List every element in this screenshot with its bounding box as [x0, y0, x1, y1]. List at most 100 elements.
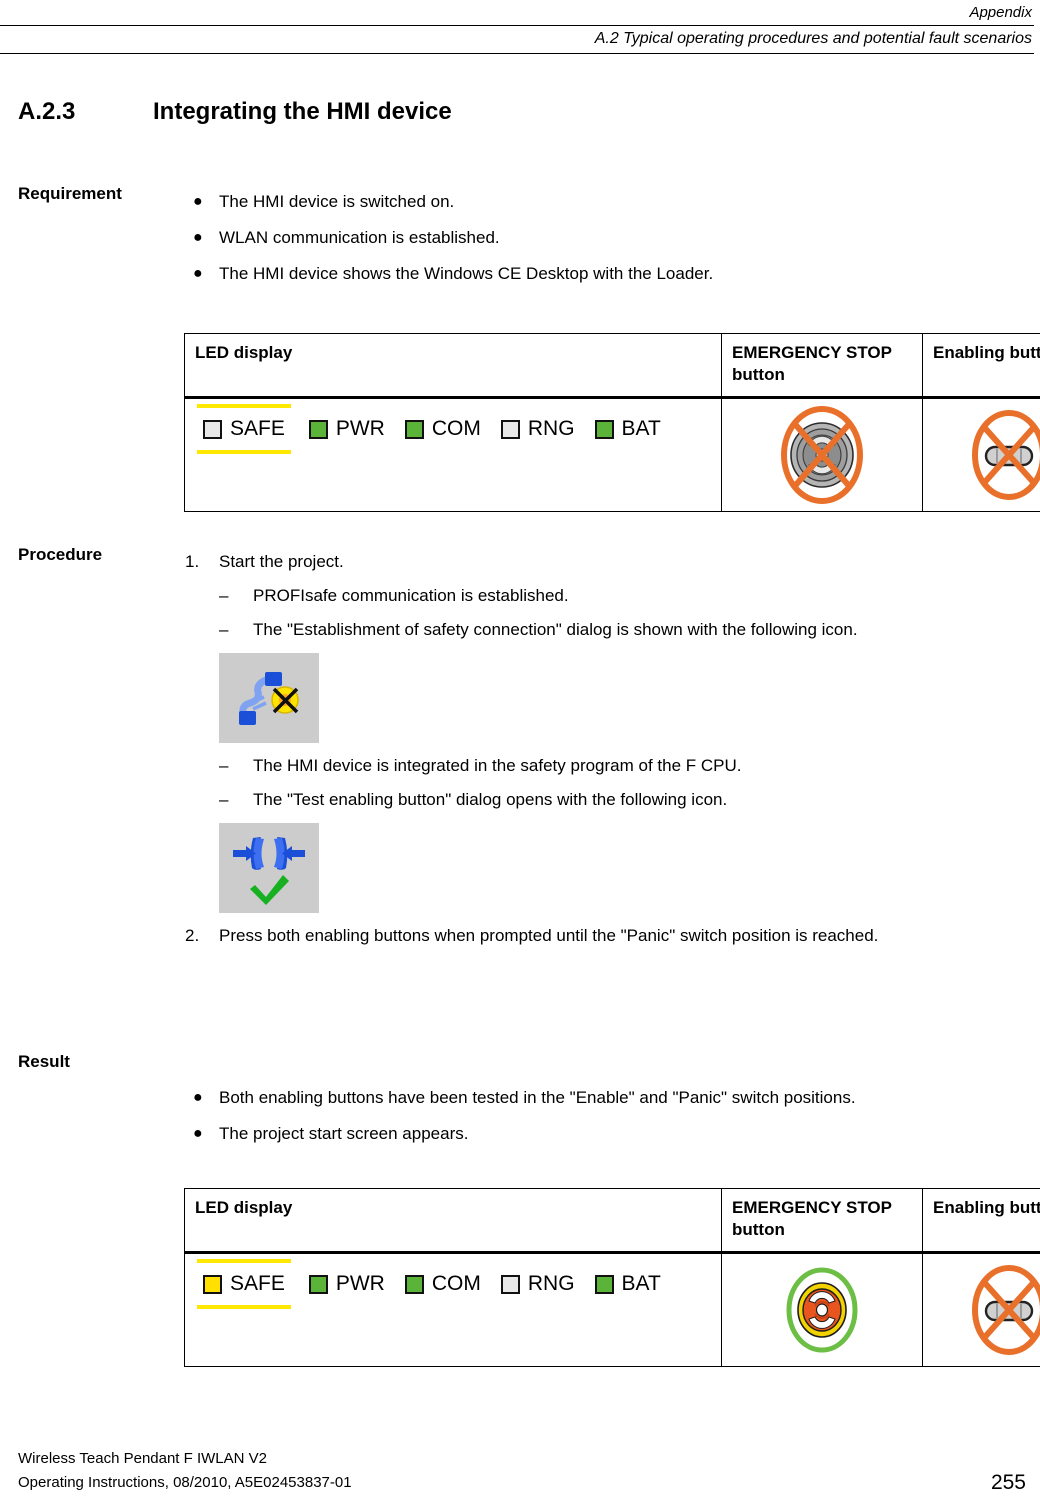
substep-text: The "Test enabling button" dialog opens … [253, 790, 728, 809]
led-label-safe: SAFE [230, 417, 285, 440]
emergency-stop-active-icon [786, 1267, 858, 1353]
list-item: ● Both enabling buttons have been tested… [185, 1080, 1026, 1116]
led-box-com-icon [404, 419, 424, 439]
header-section-breadcrumb: A.2 Typical operating procedures and pot… [594, 30, 1032, 47]
column-header-emergency-stop: EMERGENCY STOP button [721, 1188, 923, 1254]
test-enabling-button-icon [219, 823, 319, 913]
dash-icon: – [219, 586, 229, 605]
procedure-step-2: 2. Press both enabling buttons when prom… [185, 919, 1026, 953]
header-appendix-label: Appendix [969, 4, 1032, 21]
led-indicator-safe: SAFE [197, 404, 291, 454]
bullet-icon: ● [193, 229, 203, 246]
step-number: 2. [185, 926, 200, 945]
substep-text: The HMI device is integrated in the safe… [253, 756, 742, 775]
led-label-safe: SAFE [230, 1272, 285, 1295]
led-box-pwr-icon [308, 419, 328, 439]
list-item: ● The HMI device shows the Windows CE De… [185, 256, 1026, 292]
requirement-block: Requirement ● The HMI device is switched… [18, 184, 1026, 292]
result-body: ● Both enabling buttons have been tested… [185, 1052, 1026, 1152]
substep-text: PROFIsafe communication is established. [253, 586, 569, 605]
table-row: SAFE PWR COM RNG BAT [184, 397, 1040, 512]
header-rule-bottom [0, 53, 1034, 54]
cell-emergency-stop-1 [721, 397, 923, 512]
enabling-button-crossed-icon [972, 1265, 1040, 1355]
procedure-substep-list: – PROFIsafe communication is established… [185, 579, 1026, 647]
led-indicator-com: COM [404, 417, 481, 441]
led-indicator-rng: RNG [500, 417, 575, 441]
emergency-stop-inactive-crossed-icon [781, 406, 863, 504]
led-indicator-bat: BAT [594, 417, 661, 441]
procedure-step-1: 1. Start the project. [185, 545, 1026, 579]
led-label-com: COM [431, 417, 481, 440]
bullet-icon: ● [193, 193, 203, 210]
step-text: Start the project. [219, 552, 344, 571]
requirement-label: Requirement [18, 184, 122, 203]
table-header-row: LED display EMERGENCY STOP button Enabli… [184, 333, 1040, 399]
safety-connection-broken-icon [219, 653, 319, 743]
procedure-block: Procedure 1. Start the project. – PROFIs… [18, 545, 1026, 953]
list-item-text: WLAN communication is established. [219, 228, 500, 247]
column-header-enabling-button: Enabling button [922, 333, 1040, 399]
cell-enabling-button-2 [922, 1252, 1040, 1367]
led-indicator-bat: BAT [594, 1272, 661, 1296]
led-label-com: COM [431, 1272, 481, 1295]
led-box-bat-icon [594, 1274, 614, 1294]
procedure-step-list-2: 2. Press both enabling buttons when prom… [185, 919, 1026, 953]
substep-text: The "Establishment of safety connection"… [253, 620, 858, 639]
list-item: ● The project start screen appears. [185, 1116, 1026, 1152]
led-indicator-safe: SAFE [197, 1259, 291, 1309]
led-label-pwr: PWR [335, 1272, 385, 1295]
led-indicator-group-1: SAFE PWR COM RNG BAT [185, 399, 721, 454]
section-heading: A.2.3 Integrating the HMI device [18, 98, 1018, 126]
led-box-pwr-icon [308, 1274, 328, 1294]
result-label: Result [18, 1052, 70, 1071]
enabling-button-crossed-icon [972, 410, 1040, 500]
procedure-body: 1. Start the project. – PROFIsafe commun… [185, 545, 1026, 953]
led-box-bat-icon [594, 419, 614, 439]
requirement-body: ● The HMI device is switched on. ● WLAN … [185, 184, 1026, 292]
footer-doc-info: Operating Instructions, 08/2010, A5E0245… [18, 1474, 352, 1491]
led-indicator-com: COM [404, 1272, 481, 1296]
page-header: Appendix A.2 Typical operating procedure… [0, 0, 1040, 54]
list-item-text: Both enabling buttons have been tested i… [219, 1088, 856, 1107]
result-block: Result ● Both enabling buttons have been… [18, 1052, 1026, 1152]
list-item: ● WLAN communication is established. [185, 220, 1026, 256]
bullet-icon: ● [193, 1125, 203, 1142]
led-box-safe-icon [203, 1274, 222, 1294]
table-row: SAFE PWR COM RNG BAT [184, 1252, 1040, 1367]
led-label-bat: BAT [621, 417, 661, 440]
led-status-table-2: LED display EMERGENCY STOP button Enabli… [184, 1188, 1040, 1367]
bullet-icon: ● [193, 1089, 203, 1106]
page-footer: Wireless Teach Pendant F IWLAN V2 Operat… [18, 1447, 1026, 1495]
footer-product-name: Wireless Teach Pendant F IWLAN V2 [18, 1450, 267, 1467]
column-header-led-display: LED display [184, 333, 722, 399]
led-box-rng-icon [500, 419, 520, 439]
led-indicator-pwr: PWR [308, 417, 385, 441]
cell-led-display-2: SAFE PWR COM RNG BAT [184, 1252, 722, 1367]
list-item-text: The project start screen appears. [219, 1124, 469, 1143]
dash-icon: – [219, 620, 229, 639]
led-indicator-pwr: PWR [308, 1272, 385, 1296]
bullet-icon: ● [193, 265, 203, 282]
procedure-substep-list-2: – The HMI device is integrated in the sa… [185, 749, 1026, 817]
led-box-safe-icon [203, 419, 222, 439]
test-enabling-button-icon-wrapper [219, 823, 319, 913]
dash-icon: – [219, 790, 229, 809]
column-header-led-display: LED display [184, 1188, 722, 1254]
table-header-row: LED display EMERGENCY STOP button Enabli… [184, 1188, 1040, 1254]
procedure-substep: – PROFIsafe communication is established… [219, 579, 1026, 613]
led-label-pwr: PWR [335, 417, 385, 440]
led-box-com-icon [404, 1274, 424, 1294]
column-header-emergency-stop: EMERGENCY STOP button [721, 333, 923, 399]
procedure-substep: – The "Test enabling button" dialog open… [219, 783, 1026, 817]
led-box-rng-icon [500, 1274, 520, 1294]
led-indicator-group-2: SAFE PWR COM RNG BAT [185, 1254, 721, 1309]
procedure-substep: – The HMI device is integrated in the sa… [219, 749, 1026, 783]
column-header-enabling-button: Enabling button [922, 1188, 1040, 1254]
led-indicator-rng: RNG [500, 1272, 575, 1296]
led-label-bat: BAT [621, 1272, 661, 1295]
safety-connection-broken-icon-wrapper [219, 653, 319, 743]
list-item: ● The HMI device is switched on. [185, 184, 1026, 220]
procedure-step-list: 1. Start the project. [185, 545, 1026, 579]
requirement-list: ● The HMI device is switched on. ● WLAN … [185, 184, 1026, 292]
